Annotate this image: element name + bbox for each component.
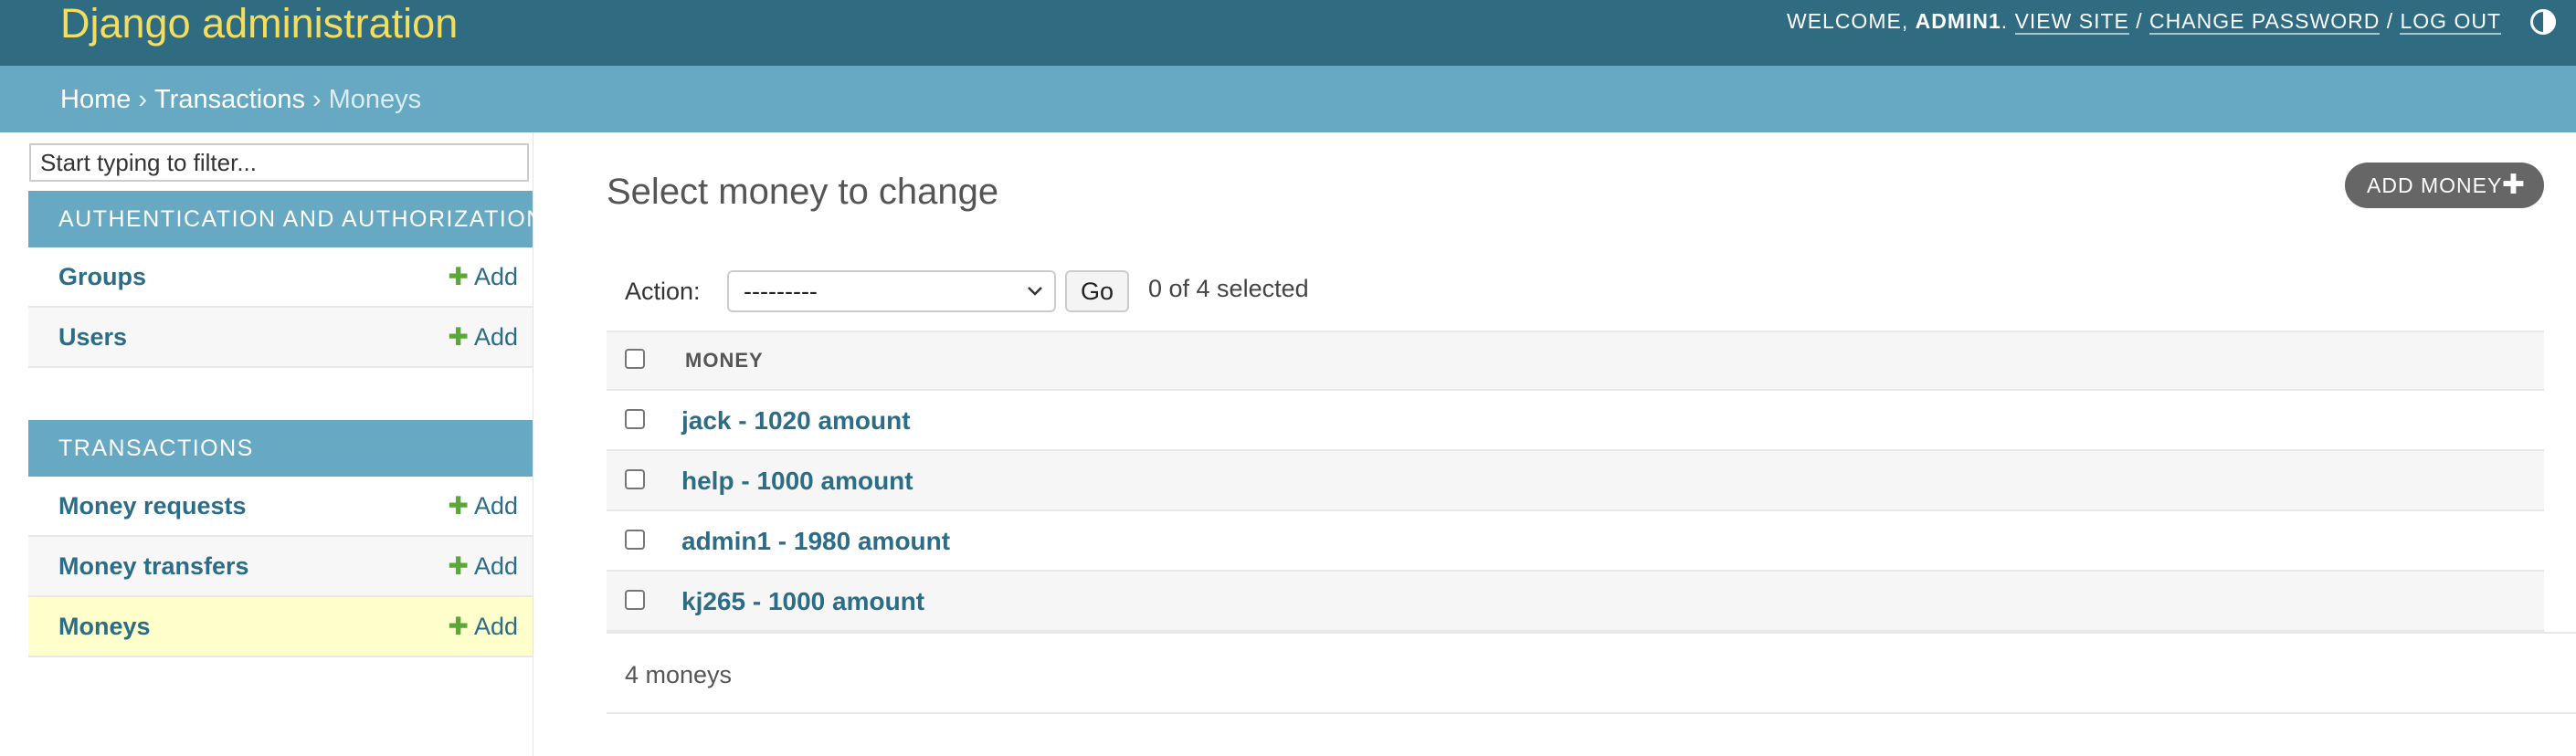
separator: /: [2380, 9, 2401, 33]
plus-icon: ✚: [448, 613, 469, 640]
divider: [607, 632, 2576, 634]
row-link[interactable]: kj265 - 1000 amount: [681, 572, 924, 632]
add-groups-link[interactable]: ✚ Add: [448, 247, 518, 306]
add-label: Add: [473, 613, 518, 640]
site-branding-link[interactable]: Django administration: [60, 0, 458, 47]
username: ADMIN1: [1915, 9, 2001, 33]
sidebar-item-money-requests[interactable]: Money requests ✚ Add: [28, 477, 533, 537]
divider: [607, 712, 2576, 714]
change-password-link[interactable]: CHANGE PASSWORD: [2149, 9, 2381, 35]
add-label: Add: [473, 492, 518, 520]
module-caption-transactions[interactable]: TRANSACTIONS: [28, 420, 533, 477]
sidebar-item-groups[interactable]: Groups ✚ Add: [28, 247, 533, 308]
plus-icon: ✚: [448, 323, 469, 351]
table-row: jack - 1020 amount: [607, 391, 2544, 451]
sidebar-item-label[interactable]: Users: [58, 308, 127, 366]
row-checkbox[interactable]: [625, 530, 645, 550]
add-users-link[interactable]: ✚ Add: [448, 308, 518, 366]
separator: /: [2128, 9, 2150, 33]
table-header-row: MONEY: [607, 331, 2544, 391]
sidebar-item-moneys[interactable]: Moneys ✚ Add: [28, 597, 533, 657]
add-moneys-link[interactable]: ✚ Add: [448, 597, 518, 656]
view-site-link[interactable]: VIEW SITE: [2014, 9, 2129, 35]
go-button[interactable]: Go: [1065, 270, 1129, 312]
row-link[interactable]: help - 1000 amount: [681, 451, 913, 511]
log-out-link[interactable]: LOG OUT: [2400, 9, 2501, 35]
row-link[interactable]: jack - 1020 amount: [681, 391, 911, 451]
selected-count: 0 of 4 selected: [1148, 275, 1309, 302]
plus-icon: ✚: [448, 492, 469, 520]
sidebar-item-label[interactable]: Money transfers: [58, 537, 249, 595]
sidebar-item-label[interactable]: Moneys: [58, 597, 151, 656]
add-money-requests-link[interactable]: ✚ Add: [448, 477, 518, 535]
period-text: .: [2001, 9, 2015, 33]
row-link[interactable]: admin1 - 1980 amount: [681, 511, 950, 572]
breadcrumb-transactions[interactable]: Transactions: [154, 85, 305, 114]
sidebar-item-label[interactable]: Groups: [58, 247, 146, 306]
breadcrumb-current: Moneys: [328, 85, 422, 114]
plus-icon: ✚: [448, 552, 469, 580]
nav-sidebar: AUTHENTICATION AND AUTHORIZATION Groups …: [27, 132, 543, 756]
add-money-label: ADD MONEY: [2367, 173, 2503, 197]
select-all-checkbox[interactable]: [625, 349, 645, 369]
page-title: Select money to change: [607, 172, 999, 212]
plus-icon: ✚: [448, 263, 469, 290]
column-header-money[interactable]: MONEY: [685, 332, 764, 389]
action-label: Action:: [625, 278, 701, 305]
breadcrumb: Home › Transactions › Moneys: [0, 66, 2576, 132]
paginator-count: 4 moneys: [625, 661, 733, 688]
sidebar-item-users[interactable]: Users ✚ Add: [28, 308, 533, 368]
breadcrumb-home[interactable]: Home: [60, 85, 131, 114]
add-label: Add: [473, 552, 518, 580]
breadcrumb-separator: ›: [311, 85, 322, 114]
header: Django administration WELCOME, ADMIN1. V…: [0, 0, 2576, 66]
add-money-button[interactable]: ADD MONEY ✚: [2345, 163, 2544, 208]
table-row: help - 1000 amount: [607, 451, 2544, 511]
table-row: admin1 - 1980 amount: [607, 511, 2544, 572]
row-checkbox[interactable]: [625, 590, 645, 610]
row-checkbox[interactable]: [625, 469, 645, 489]
row-checkbox[interactable]: [625, 409, 645, 429]
module-caption-auth[interactable]: AUTHENTICATION AND AUTHORIZATION: [28, 191, 543, 247]
sidebar-item-money-transfers[interactable]: Money transfers ✚ Add: [28, 537, 533, 597]
nav-filter-input[interactable]: [29, 143, 529, 182]
breadcrumb-separator: ›: [138, 85, 148, 114]
chevron-down-icon: [1028, 287, 1042, 296]
table-row: kj265 - 1000 amount: [607, 572, 2544, 632]
theme-toggle-icon[interactable]: [2530, 9, 2556, 35]
action-selected-value: ---------: [744, 278, 818, 305]
welcome-text: WELCOME,: [1786, 9, 1916, 33]
action-select[interactable]: ---------: [727, 270, 1056, 312]
plus-icon: ✚: [2501, 170, 2526, 200]
add-label: Add: [473, 263, 518, 290]
add-label: Add: [473, 323, 518, 351]
add-money-transfers-link[interactable]: ✚ Add: [448, 537, 518, 595]
sidebar-item-label[interactable]: Money requests: [58, 477, 247, 535]
user-tools: WELCOME, ADMIN1. VIEW SITE / CHANGE PASS…: [1787, 5, 2501, 37]
